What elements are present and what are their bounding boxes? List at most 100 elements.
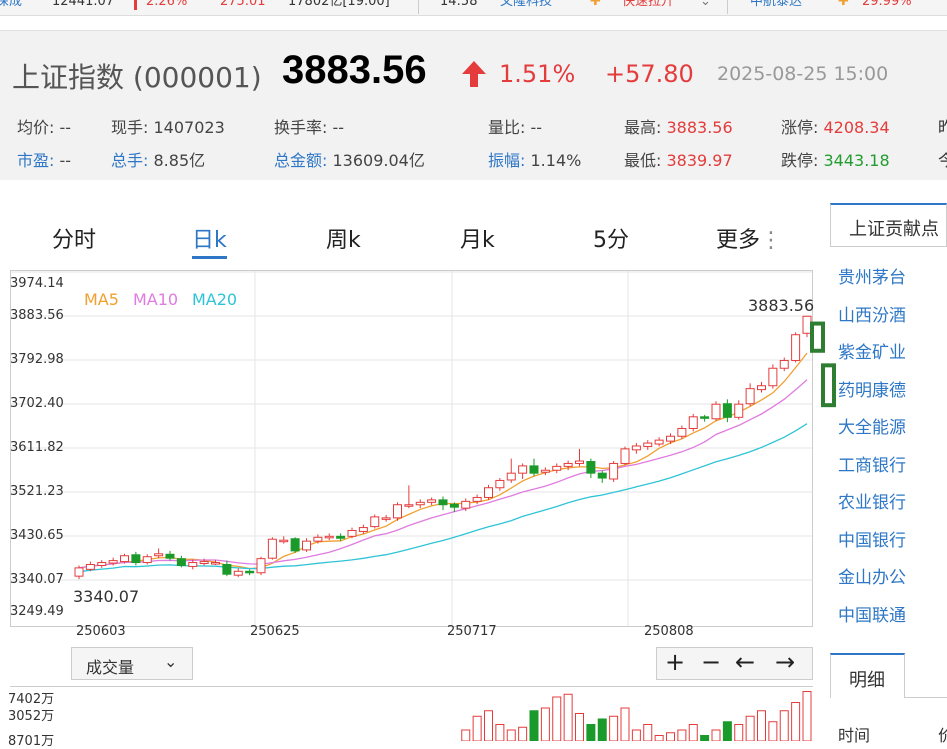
y-tick: 3521.23 bbox=[10, 484, 64, 499]
candle-body bbox=[768, 367, 778, 387]
candle-body bbox=[415, 501, 425, 506]
contribution-panel-title[interactable]: 上证贡献点 bbox=[830, 203, 947, 247]
candle-body bbox=[745, 388, 755, 405]
candle-body bbox=[722, 403, 732, 418]
candle-body bbox=[324, 535, 334, 539]
x-tick: 250808 bbox=[644, 624, 694, 639]
zoom-controls: + − ← → bbox=[656, 647, 813, 680]
contributor-item[interactable]: 大全能源 bbox=[838, 413, 906, 438]
side-indicator-bar bbox=[810, 321, 825, 353]
low-price-label: 3340.07 bbox=[73, 587, 140, 606]
contributor-item[interactable]: 紫金矿业 bbox=[838, 338, 906, 363]
candle-body bbox=[518, 465, 528, 474]
y-tick: 3702.40 bbox=[10, 396, 64, 411]
candle-body bbox=[199, 561, 209, 565]
candle-body bbox=[404, 504, 414, 507]
candle-body bbox=[211, 562, 220, 565]
ma10-line bbox=[78, 379, 808, 569]
candle-body bbox=[484, 487, 493, 498]
legend-ma5: MA5 bbox=[84, 290, 119, 309]
candle-body bbox=[506, 472, 516, 481]
candle-body bbox=[381, 517, 391, 520]
candle-body bbox=[552, 465, 562, 471]
candle-body bbox=[313, 536, 323, 542]
y-tick: 3883.56 bbox=[10, 308, 64, 323]
candle-body bbox=[631, 445, 641, 451]
detail-panel: 明细 bbox=[830, 653, 947, 698]
candle-body bbox=[575, 460, 584, 464]
y-tick: 3340.07 bbox=[10, 572, 64, 587]
candle-body bbox=[449, 503, 459, 508]
contributor-item[interactable]: 农业银行 bbox=[838, 488, 906, 513]
detail-col-time: 时间 bbox=[838, 726, 871, 745]
candle-body bbox=[438, 499, 448, 506]
legend-ma20: MA20 bbox=[192, 290, 238, 309]
contributor-item[interactable]: 中国银行 bbox=[838, 526, 906, 551]
candle-body bbox=[370, 516, 380, 528]
legend-ma10: MA10 bbox=[133, 290, 179, 309]
candle-body bbox=[427, 499, 437, 503]
chevron-down-icon: ⌄ bbox=[164, 652, 178, 671]
candle-body bbox=[666, 435, 675, 442]
tab-detail[interactable]: 明细 bbox=[830, 653, 905, 698]
side-indicator-bar bbox=[821, 363, 836, 408]
scroll-left-button[interactable]: ← bbox=[735, 648, 755, 676]
candle-body bbox=[302, 540, 311, 551]
volume-tick: 8701万 bbox=[8, 734, 55, 749]
contributor-item[interactable]: 药明康德 bbox=[838, 376, 906, 401]
zoom-in-button[interactable]: + bbox=[665, 648, 685, 676]
volume-tick: 3052万 bbox=[8, 709, 55, 724]
candle-body bbox=[802, 315, 812, 334]
scroll-right-button[interactable]: → bbox=[775, 648, 795, 676]
candle-body bbox=[563, 462, 573, 467]
contributor-item[interactable]: 工商银行 bbox=[838, 451, 906, 476]
candle-body bbox=[700, 416, 710, 419]
candle-body bbox=[267, 538, 277, 559]
candle-body bbox=[85, 563, 95, 570]
candle-body bbox=[108, 560, 118, 564]
y-tick: 3974.14 bbox=[10, 276, 64, 291]
candle-body bbox=[279, 539, 289, 543]
candle-body bbox=[142, 556, 152, 564]
y-tick: 3430.65 bbox=[10, 528, 64, 543]
contributor-item[interactable]: 金山办公 bbox=[838, 563, 906, 588]
candle-body bbox=[529, 465, 539, 474]
candle-body bbox=[74, 567, 84, 577]
contributor-item[interactable]: 山西汾酒 bbox=[838, 301, 906, 326]
y-tick: 3611.82 bbox=[10, 440, 64, 455]
candle-body bbox=[393, 504, 402, 519]
candle-body bbox=[97, 562, 107, 566]
candle-body bbox=[290, 538, 300, 552]
candle-body bbox=[734, 403, 744, 418]
candle-body bbox=[688, 416, 698, 429]
candle-body bbox=[791, 334, 801, 361]
candle-body bbox=[654, 439, 664, 445]
candle-body bbox=[643, 442, 653, 447]
contributor-item[interactable]: 中国联通 bbox=[838, 601, 906, 626]
indicator-dropdown[interactable]: 成交量 ⌄ bbox=[71, 647, 193, 680]
high-price-label: 3883.56 bbox=[748, 296, 815, 315]
candle-body bbox=[495, 479, 505, 489]
candle-body bbox=[358, 527, 368, 532]
candle-body bbox=[336, 535, 346, 539]
x-tick: 250603 bbox=[76, 624, 126, 639]
candle-body bbox=[711, 403, 721, 420]
zoom-out-button[interactable]: − bbox=[701, 648, 721, 676]
candle-body bbox=[222, 563, 232, 575]
candle-body bbox=[233, 570, 243, 576]
candle-body bbox=[256, 558, 266, 574]
candle-body bbox=[586, 461, 596, 474]
y-tick: 3249.49 bbox=[10, 604, 64, 619]
candle-body bbox=[677, 427, 687, 437]
volume-chart-frame bbox=[10, 686, 813, 746]
candle-body bbox=[120, 555, 129, 563]
contributor-item[interactable]: 贵州茅台 bbox=[838, 263, 906, 288]
candle-body bbox=[176, 558, 186, 566]
candle-body bbox=[472, 496, 482, 502]
candle-body bbox=[540, 469, 550, 473]
candle-body bbox=[757, 385, 766, 391]
candle-body bbox=[188, 562, 198, 567]
candle-body bbox=[165, 553, 175, 559]
x-tick: 250717 bbox=[447, 624, 497, 639]
candle-body bbox=[620, 448, 630, 464]
